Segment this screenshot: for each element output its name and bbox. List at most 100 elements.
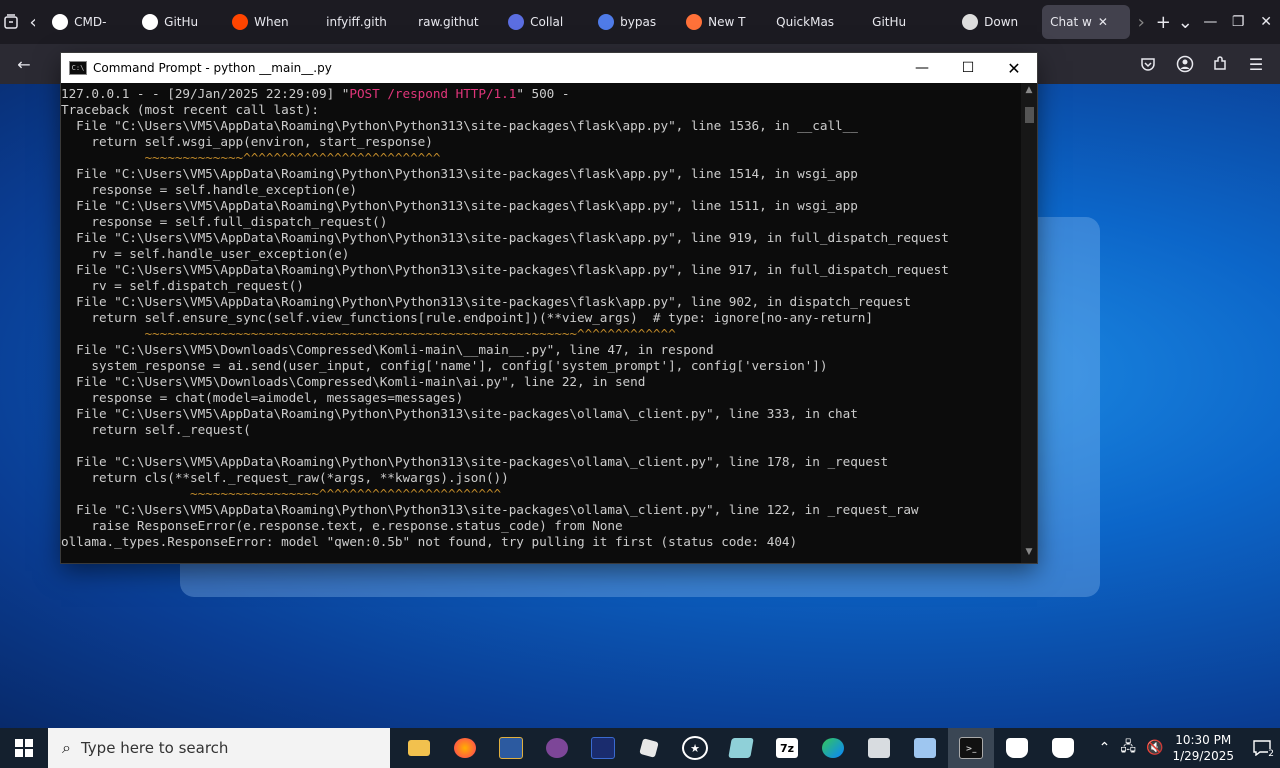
scrollbar-thumb[interactable] [1025, 107, 1034, 123]
clock-date: 1/29/2025 [1172, 749, 1234, 763]
cmd-title-bar[interactable]: C:\ Command Prompt - python __main__.py … [61, 53, 1037, 83]
chevron-up-icon[interactable]: ⌃ [1099, 740, 1111, 756]
tab-list-chevron-icon[interactable]: ⌄ [1174, 0, 1196, 44]
cmd-app-icon: C:\ [69, 61, 87, 75]
cmd-close-button[interactable]: ✕ [991, 53, 1037, 83]
console-line: raise ResponseError(e.response.text, e.r… [61, 518, 623, 533]
console-line: File "C:\Users\VM5\AppData\Roaming\Pytho… [61, 294, 911, 309]
command-prompt-window[interactable]: C:\ Command Prompt - python __main__.py … [61, 53, 1037, 563]
browser-tab[interactable]: When [224, 5, 318, 39]
tab-label: Down [984, 15, 1019, 29]
browser-tab[interactable]: GitHu [134, 5, 224, 39]
tab-scroll-left-icon[interactable]: ‹ [22, 0, 44, 44]
tab-overview-icon[interactable] [0, 0, 22, 44]
tab-label: infyiff.gith [326, 15, 387, 29]
github-icon [142, 14, 159, 30]
scroll-up-icon[interactable]: ▲ [1021, 85, 1037, 99]
notification-icon[interactable]: 2 [1244, 728, 1280, 768]
back-button[interactable]: ← [12, 52, 36, 76]
console-line: File "C:\Users\VM5\Downloads\Compressed\… [61, 342, 714, 357]
network-app-icon[interactable] [902, 728, 948, 768]
browser-tab[interactable]: QuickMas [768, 5, 864, 39]
photo-app-icon[interactable] [488, 728, 534, 768]
browser-tab[interactable]: infyiff.gith [318, 5, 410, 39]
7zip-icon[interactable]: 7z [764, 728, 810, 768]
taskbar-search-box[interactable]: ⌕ Type here to search [48, 728, 390, 768]
clock[interactable]: 10:30 PM 1/29/2025 [1172, 732, 1234, 764]
tab-label: QuickMas [776, 15, 835, 29]
close-tab-icon[interactable]: ✕ [1098, 15, 1108, 29]
console-line: ~~~~~~~~~~~~~~~~~~~~~~~~~~~~~~~~~~~~~~~~… [61, 326, 676, 341]
account-icon[interactable] [1173, 52, 1197, 76]
scroll-down-icon[interactable]: ▼ [1021, 547, 1037, 561]
tab-label: New T [708, 15, 746, 29]
browser-tab[interactable]: Collal [500, 5, 590, 39]
doc-icon [598, 14, 615, 30]
browser-tab[interactable]: GitHu [864, 5, 954, 39]
firefox-icon [686, 14, 703, 30]
browser-tab[interactable]: Chat w ✕ [1042, 5, 1131, 39]
browser-close-button[interactable]: ✕ [1252, 0, 1280, 44]
console-line: rv = self.handle_user_exception(e) [61, 246, 350, 261]
console-line: response = self.handle_exception(e) [61, 182, 357, 197]
console-line: ~~~~~~~~~~~~~~~~~^^^^^^^^^^^^^^^^^^^^^^^… [61, 486, 502, 501]
command-prompt-icon[interactable]: >_ [948, 728, 994, 768]
extensions-icon[interactable] [1208, 52, 1232, 76]
console-line: File "C:\Users\VM5\AppData\Roaming\Pytho… [61, 118, 858, 133]
cmd-maximize-button[interactable]: ☐ [945, 53, 991, 83]
browser-tab[interactable]: bypas [590, 5, 678, 39]
search-icon [508, 14, 525, 30]
app-icon-a[interactable] [994, 728, 1040, 768]
reddit-icon [232, 14, 249, 30]
tor-browser-icon[interactable] [534, 728, 580, 768]
file-explorer-icon[interactable] [396, 728, 442, 768]
tab-scroll-right-icon[interactable]: › [1130, 0, 1152, 44]
menu-icon[interactable]: ☰ [1244, 52, 1268, 76]
cmd-minimize-button[interactable]: — [899, 53, 945, 83]
new-tab-button[interactable]: + [1152, 0, 1174, 44]
browser-tab[interactable]: New T [678, 5, 768, 39]
console-line: response = chat(model=aimodel, messages=… [61, 390, 464, 405]
console-line: File "C:\Users\VM5\AppData\Roaming\Pytho… [61, 502, 919, 517]
system-tray: ⌃ 🖧 🔇 10:30 PM 1/29/2025 2 [1094, 728, 1280, 768]
window-title: Command Prompt - python __main__.py [93, 61, 332, 75]
notification-count: 2 [1268, 749, 1274, 759]
tab-list: CMD- GitHu When infyiff.gith raw.githut Colla… [44, 0, 1131, 44]
browser-tab[interactable]: raw.githut [410, 5, 500, 39]
browser-tab[interactable]: CMD- [44, 5, 134, 39]
tab-label: CMD- [74, 15, 107, 29]
pocket-icon[interactable] [1136, 52, 1160, 76]
console-line: Traceback (most recent call last): [61, 102, 320, 117]
browser-restore-button[interactable]: ❐ [1224, 0, 1252, 44]
tab-label: GitHu [872, 15, 907, 29]
console-line: return self.ensure_sync(self.view_functi… [61, 310, 873, 325]
console-line: File "C:\Users\VM5\AppData\Roaming\Pytho… [61, 230, 949, 245]
settings-app-icon[interactable]: ★ [672, 728, 718, 768]
clock-time: 10:30 PM [1175, 733, 1232, 747]
start-button[interactable] [0, 728, 48, 768]
explorer-icon[interactable] [856, 728, 902, 768]
console-line: system_response = ai.send(user_input, co… [61, 358, 828, 373]
console-line: File "C:\Users\VM5\AppData\Roaming\Pytho… [61, 262, 949, 277]
console-line: File "C:\Users\VM5\AppData\Roaming\Pytho… [61, 454, 889, 469]
notepad-icon[interactable] [718, 728, 764, 768]
edge-icon[interactable] [810, 728, 856, 768]
console-output[interactable]: 127.0.0.1 - - [29/Jan/2025 22:29:09] "PO… [61, 83, 1021, 566]
browser-minimize-button[interactable]: — [1196, 0, 1224, 44]
tab-label: Chat w [1050, 15, 1092, 29]
console-line: response = self.full_dispatch_request() [61, 214, 388, 229]
roblox-icon[interactable] [626, 728, 672, 768]
console-scrollbar[interactable]: ▲ ▼ [1021, 83, 1037, 563]
console-line: File "C:\Users\VM5\AppData\Roaming\Pytho… [61, 198, 858, 213]
firefox-icon[interactable] [442, 728, 488, 768]
browser-tab[interactable]: Down [954, 5, 1042, 39]
app-icon-b[interactable] [1040, 728, 1086, 768]
console-line: return cls(**self._request_raw(*args, **… [61, 470, 509, 485]
taskbar: ⌕ Type here to search ★ 7z >_ ⌃ 🖧 🔇 10:3… [0, 728, 1280, 768]
volume-muted-icon[interactable]: 🔇 [1146, 740, 1163, 756]
search-placeholder: Type here to search [80, 739, 229, 757]
network-icon[interactable]: 🖧 [1120, 736, 1136, 760]
console-line: File "C:\Users\VM5\AppData\Roaming\Pytho… [61, 166, 858, 181]
vs-code-icon[interactable] [580, 728, 626, 768]
